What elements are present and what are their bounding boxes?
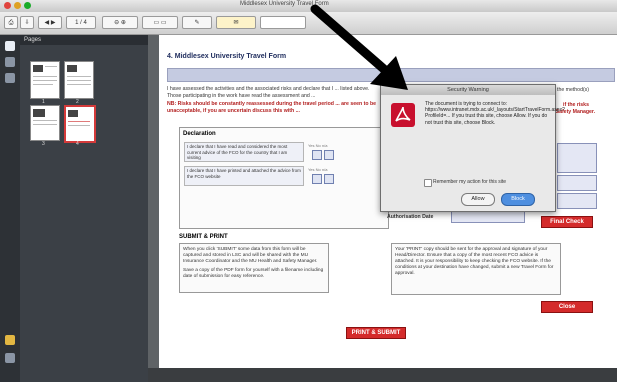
status-bar <box>148 368 617 382</box>
annotation-arrow <box>310 4 408 90</box>
